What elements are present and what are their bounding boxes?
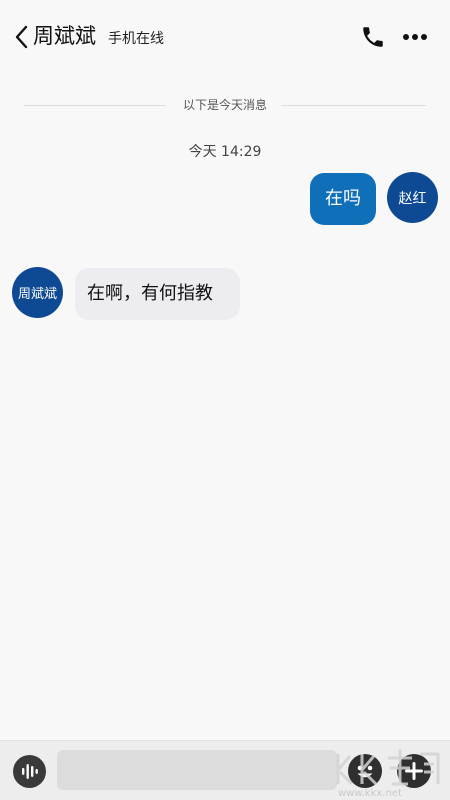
contact-avatar[interactable]: 周斌斌: [12, 267, 63, 318]
my-avatar[interactable]: 赵红: [387, 172, 438, 223]
chat-header: 周斌斌 手机在线: [0, 0, 450, 75]
chevron-left-icon[interactable]: [12, 24, 32, 50]
contact-name[interactable]: 周斌斌: [33, 22, 96, 50]
phone-icon[interactable]: [360, 24, 386, 50]
date-divider: 以下是今天消息: [24, 94, 426, 116]
voice-icon: [22, 764, 38, 779]
emoji-icon: [357, 765, 373, 778]
outgoing-message-bubble[interactable]: 在吗: [310, 173, 376, 225]
composer-bar: [0, 740, 450, 800]
emoji-button[interactable]: [348, 754, 382, 788]
message-timestamp: 今天 14:29: [188, 144, 262, 160]
incoming-message-bubble[interactable]: 在啊，有何指教: [75, 268, 240, 320]
contact-status: 手机在线: [108, 31, 164, 47]
message-input[interactable]: [57, 750, 337, 790]
more-actions-button[interactable]: [397, 754, 431, 788]
voice-button[interactable]: [13, 755, 46, 788]
more-icon[interactable]: [401, 26, 429, 48]
divider-line: [281, 105, 426, 106]
plus-icon: [405, 762, 423, 780]
